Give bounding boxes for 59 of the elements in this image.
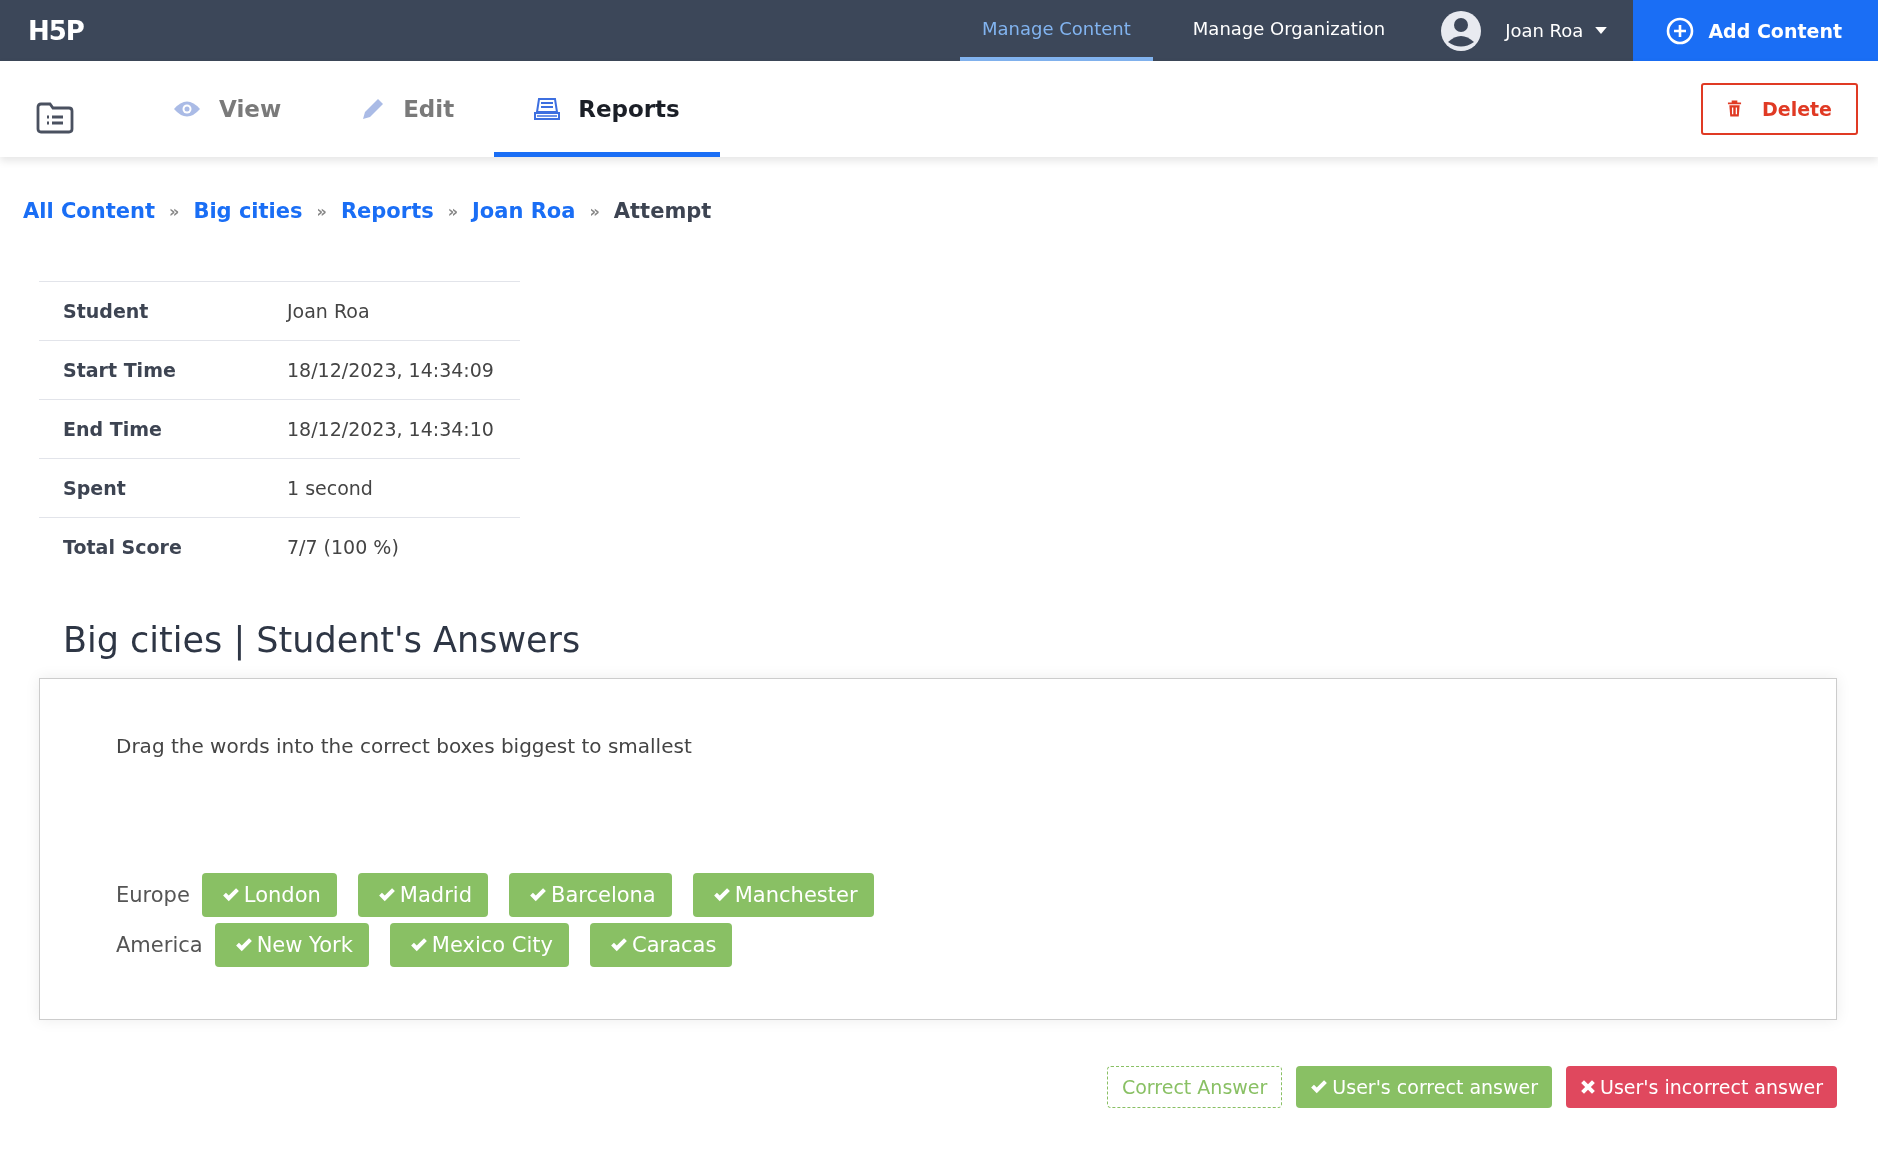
answer-chip: Manchester [692,873,874,917]
detail-label: Spent [39,458,263,518]
report-stack-icon [534,98,561,120]
detail-value: 7/7 (100 %) [263,517,520,576]
answer-chip: New York [214,923,369,967]
legend-correct-answer: Correct Answer [1106,1066,1283,1108]
detail-value: Joan Roa [263,281,520,341]
legend-user-incorrect: User's incorrect answer [1566,1066,1837,1108]
delete-button[interactable]: Delete [1700,83,1858,135]
check-icon [609,937,628,953]
answer-chip: Caracas [589,923,733,967]
legend-user-correct: User's correct answer [1296,1066,1552,1108]
add-content-button[interactable]: Add Content [1633,0,1878,61]
detail-label: Start Time [39,340,263,400]
breadcrumb-separator: » [589,201,600,221]
check-icon [409,937,428,953]
answer-chip: Barcelona [508,873,672,917]
breadcrumb-link[interactable]: Big cities [193,199,303,223]
check-icon [712,887,731,903]
check-icon [1310,1079,1329,1095]
breadcrumb-current: Attempt [613,199,712,223]
check-icon [221,887,240,903]
check-icon [528,887,547,903]
logo[interactable]: H5P [28,15,84,46]
plus-circle-icon [1666,16,1695,45]
row-label: America [116,933,203,957]
row-label: Europe [116,883,190,907]
breadcrumb-link[interactable]: All Content [23,199,156,223]
detail-label: End Time [39,399,263,459]
detail-value: 1 second [263,458,520,518]
avatar-icon[interactable] [1441,10,1482,51]
breadcrumb-link[interactable]: Reports [340,199,434,223]
detail-label: Student [39,281,263,341]
answer-chip: Madrid [357,873,488,917]
detail-label: Total Score [39,517,263,576]
pencil-icon [361,97,386,121]
breadcrumb-separator: » [447,201,459,221]
check-icon [234,937,253,953]
tab[interactable]: Reports [494,61,720,157]
answer-chip: London [201,873,337,917]
folder-list-icon[interactable] [35,101,75,135]
section-heading: Big cities | Student's Answers [63,620,582,660]
trash-icon [1726,100,1742,118]
tab[interactable]: Edit [321,61,495,157]
breadcrumb-separator: » [169,201,180,221]
nav-link[interactable]: Manage Content [960,0,1153,61]
user-menu[interactable]: Joan Roa [1499,0,1614,61]
check-icon [377,887,396,903]
cross-icon [1580,1079,1596,1095]
detail-value: 18/12/2023, 14:34:10 [263,399,520,459]
answer-chip: Mexico City [389,923,569,967]
tab[interactable]: View [133,61,322,157]
eye-icon [173,100,201,118]
caret-icon [1595,27,1608,34]
detail-value: 18/12/2023, 14:34:09 [263,340,520,400]
breadcrumb-link[interactable]: Joan Roa [472,199,576,223]
question-instruction: Drag the words into the correct boxes biggest to smallest [116,734,693,758]
nav-link[interactable]: Manage Organization [1170,0,1408,61]
breadcrumb-separator: » [316,201,327,221]
